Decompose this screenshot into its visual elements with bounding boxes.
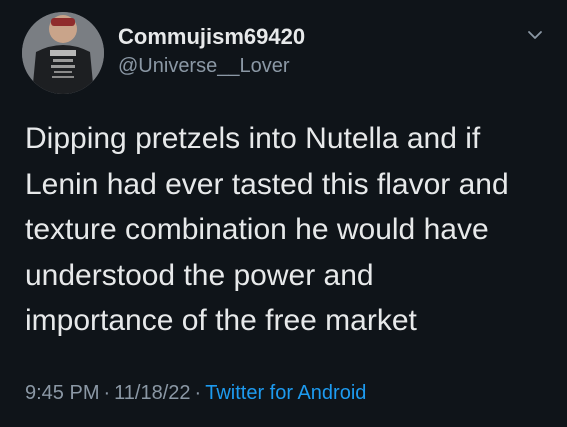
tweet-text: Dipping pretzels into Nutella and if Len… — [25, 116, 555, 344]
tweet-meta: 9:45 PM · 11/18/22 · Twitter for Android — [25, 382, 366, 405]
tweet-text-line: Dipping pretzels into Nutella and if — [25, 122, 481, 155]
user-handle[interactable]: @Universe__Lover — [118, 55, 290, 78]
chevron-down-icon[interactable] — [525, 25, 545, 45]
tweet-text-line: Lenin had ever tasted this flavor and — [25, 167, 509, 201]
tweet-text-line: understood the power and — [25, 258, 374, 292]
tweet-time[interactable]: 9:45 PM — [25, 382, 99, 404]
tweet-date[interactable]: 11/18/22 — [114, 382, 190, 404]
tweet-source-link[interactable]: Twitter for Android — [205, 382, 366, 404]
tweet-text-line: texture combination he would have — [25, 213, 489, 246]
meta-separator: · — [194, 382, 202, 404]
avatar[interactable] — [22, 12, 104, 94]
tweet-text-line: importance of the free market — [25, 304, 417, 337]
tweet-card: Commujism69420 @Universe__Lover Dipping … — [0, 0, 567, 427]
display-name[interactable]: Commujism69420 — [118, 24, 305, 50]
meta-separator: · — [103, 382, 111, 404]
avatar-image — [22, 12, 104, 94]
